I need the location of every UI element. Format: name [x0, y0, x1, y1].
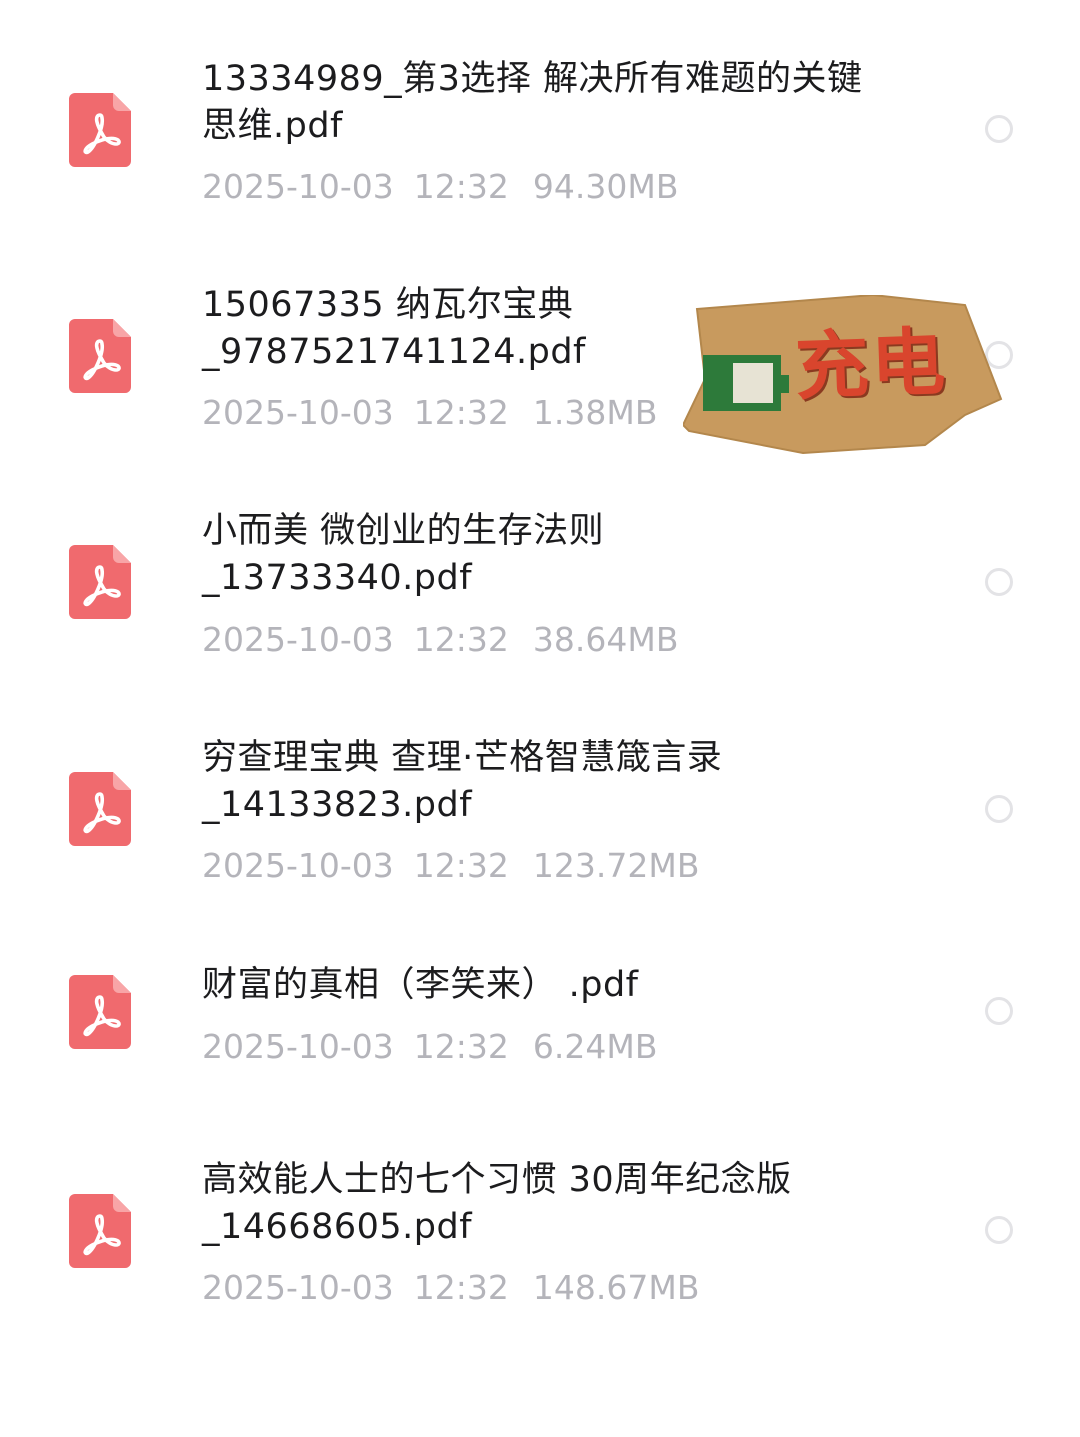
- file-row[interactable]: 高效能人士的七个习惯 30周年纪念版 _14668605.pdf 2025-10…: [0, 1108, 1080, 1358]
- file-date: 2025-10-03: [202, 1027, 394, 1066]
- file-size: 38.64MB: [532, 620, 679, 659]
- file-name: 穷查理宝典 查理·芒格智慧箴言录 _14133823.pdf: [202, 738, 723, 825]
- select-radio[interactable]: [985, 795, 1013, 823]
- file-meta: 2025-10-03 12:32 1.38MB: [202, 393, 657, 433]
- pdf-icon: [69, 93, 131, 167]
- pdf-icon: [69, 975, 131, 1049]
- file-list: 13334989_第3选择 解决所有难题的关键 思维.pdf 2025-10-0…: [0, 0, 1080, 1437]
- select-radio[interactable]: [985, 997, 1013, 1025]
- file-time: 12:32: [413, 846, 509, 885]
- file-time: 12:32: [413, 1268, 509, 1307]
- pdf-icon: [69, 772, 131, 846]
- select-radio[interactable]: [985, 568, 1013, 596]
- pdf-icon: [69, 319, 131, 393]
- file-date: 2025-10-03: [202, 620, 394, 659]
- file-row[interactable]: 小而美 微创业的生存法则 _13733340.pdf 2025-10-03 12:…: [0, 456, 1080, 682]
- charging-sticker: 充电: [683, 295, 1003, 455]
- file-name: 高效能人士的七个习惯 30周年纪念版 _14668605.pdf: [202, 1160, 792, 1247]
- file-meta: 2025-10-03 12:32 6.24MB: [202, 1027, 657, 1067]
- sticker-text: 充电: [793, 319, 949, 411]
- pdf-icon: [69, 545, 131, 619]
- file-size: 6.24MB: [532, 1027, 658, 1066]
- file-meta: 2025-10-03 12:32 38.64MB: [202, 620, 678, 660]
- file-meta: 2025-10-03 12:32 94.30MB: [202, 167, 678, 207]
- file-date: 2025-10-03: [202, 846, 394, 885]
- file-size: 94.30MB: [532, 167, 679, 206]
- pdf-icon: [69, 1194, 131, 1268]
- file-row[interactable]: 穷查理宝典 查理·芒格智慧箴言录 _14133823.pdf 2025-10-0…: [0, 682, 1080, 908]
- file-row[interactable]: 财富的真相（李笑来） .pdf 2025-10-03 12:32 6.24MB: [0, 908, 1080, 1108]
- file-row[interactable]: 13334989_第3选择 解决所有难题的关键 思维.pdf 2025-10-0…: [0, 0, 1080, 230]
- file-date: 2025-10-03: [202, 1268, 394, 1307]
- file-name: 13334989_第3选择 解决所有难题的关键 思维.pdf: [202, 59, 863, 146]
- file-date: 2025-10-03: [202, 167, 394, 206]
- file-name: 财富的真相（李笑来） .pdf: [202, 965, 639, 1005]
- file-size: 148.67MB: [532, 1268, 700, 1307]
- select-radio[interactable]: [985, 115, 1013, 143]
- file-time: 12:32: [413, 167, 509, 206]
- file-time: 12:32: [413, 620, 509, 659]
- file-size: 123.72MB: [532, 846, 700, 885]
- file-meta: 2025-10-03 12:32 148.67MB: [202, 1268, 699, 1308]
- file-time: 12:32: [413, 393, 509, 432]
- select-radio[interactable]: [985, 1216, 1013, 1244]
- file-name: 小而美 微创业的生存法则 _13733340.pdf: [202, 511, 605, 598]
- file-date: 2025-10-03: [202, 393, 394, 432]
- file-meta: 2025-10-03 12:32 123.72MB: [202, 846, 699, 886]
- file-size: 1.38MB: [532, 393, 658, 432]
- file-time: 12:32: [413, 1027, 509, 1066]
